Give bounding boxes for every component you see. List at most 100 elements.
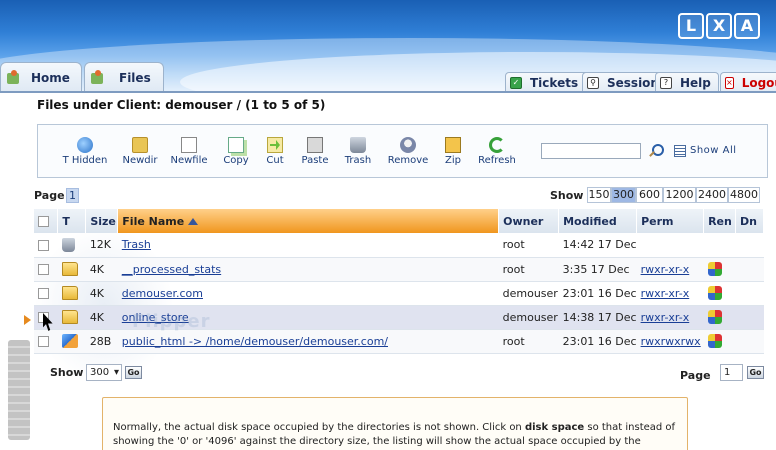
perm-link[interactable]: rwxr-xr-x xyxy=(641,311,690,324)
row-size: 12K xyxy=(85,233,118,258)
newfile-button[interactable]: Newfile xyxy=(162,137,216,166)
refresh-label: Refresh xyxy=(478,155,516,166)
rename-icon[interactable] xyxy=(707,334,722,348)
folder-icon xyxy=(61,262,78,276)
row-size: 4K xyxy=(85,305,118,330)
show-label: Show xyxy=(550,189,584,202)
tab-files[interactable]: Files xyxy=(84,62,164,92)
page-title: Files under Client: demouser / (1 to 5 o… xyxy=(37,98,326,112)
row-modified: 14:42 17 Dec xyxy=(558,233,637,258)
table-row: 28B public_html -> /home/demouser/demous… xyxy=(34,329,764,354)
paste-icon xyxy=(307,137,323,153)
show-all-link[interactable]: Show All xyxy=(690,145,737,156)
show-option-4800[interactable]: 4800 xyxy=(728,187,760,203)
show-option-150[interactable]: 150 xyxy=(587,187,611,203)
trash-button[interactable]: Trash xyxy=(331,137,385,166)
show-option-300[interactable]: 300 xyxy=(611,187,636,203)
row-modified: 23:01 16 Dec xyxy=(558,281,637,306)
col-perm[interactable]: Perm xyxy=(636,209,705,233)
tab-tickets-label: Tickets xyxy=(530,75,579,90)
show-select[interactable]: 300 xyxy=(86,364,122,381)
rename-icon[interactable] xyxy=(707,310,722,324)
home-tab-icon xyxy=(5,69,21,86)
tab-logout-label: Logout xyxy=(741,75,776,90)
select-all-checkbox[interactable] xyxy=(38,216,49,227)
page-go-button[interactable]: Go xyxy=(747,366,764,379)
perm-link[interactable]: rwxr-xr-x xyxy=(641,287,690,300)
folder-icon xyxy=(61,310,78,324)
file-toolbar: T Hidden Newdir Newfile Copy Cut Paste T… xyxy=(37,124,768,178)
show-option-600[interactable]: 600 xyxy=(636,187,663,203)
search-icon[interactable] xyxy=(648,144,664,158)
row-size: 4K xyxy=(85,281,118,306)
col-modified[interactable]: Modified xyxy=(558,209,638,233)
help-icon: ? xyxy=(660,76,672,89)
row-owner: root xyxy=(498,329,559,354)
file-link[interactable]: Trash xyxy=(122,238,151,251)
trash-folder-icon xyxy=(61,237,75,252)
row-checkbox[interactable] xyxy=(38,336,49,347)
row-owner: root xyxy=(498,257,559,282)
newdir-button[interactable]: Newdir xyxy=(113,137,167,166)
server-decoration xyxy=(8,340,30,440)
file-link[interactable]: public_html -> /home/demouser/demouser.c… xyxy=(122,335,388,348)
logo-letter-2: A xyxy=(734,13,760,39)
show-bottom-label: Show xyxy=(50,366,84,379)
toggle-hidden-label: T Hidden xyxy=(62,155,108,166)
col-file-name-label: File Name xyxy=(122,214,185,228)
row-owner: demouser xyxy=(498,305,559,330)
logo-letter-0: L xyxy=(678,13,704,39)
tab-files-label: Files xyxy=(119,70,151,85)
show-go-button[interactable]: Go xyxy=(125,366,142,379)
info-note-text: Normally, the actual disk space occupied… xyxy=(113,421,683,450)
perm-link[interactable]: rwxrwxrwx xyxy=(641,335,701,348)
tab-home-label: Home xyxy=(31,70,70,85)
refresh-button[interactable]: Refresh xyxy=(470,137,524,166)
perm-link[interactable]: rwxr-xr-x xyxy=(641,263,690,276)
col-owner[interactable]: Owner xyxy=(498,209,560,233)
file-link[interactable]: demouser.com xyxy=(122,287,203,300)
rename-icon[interactable] xyxy=(707,286,722,300)
new-file-icon xyxy=(181,137,197,153)
file-link[interactable]: __processed_stats xyxy=(122,263,221,276)
table-row: 4K __processed_stats root 3:35 17 Dec rw… xyxy=(34,257,764,282)
info-note: Normally, the actual disk space occupied… xyxy=(102,397,688,450)
row-modified: 3:35 17 Dec xyxy=(558,257,637,282)
col-type[interactable]: T xyxy=(57,209,87,233)
col-size[interactable]: Size xyxy=(85,209,119,233)
refresh-icon xyxy=(489,137,505,153)
row-checkbox[interactable] xyxy=(38,239,49,251)
logo-letter-1: X xyxy=(706,13,732,39)
copy-icon xyxy=(228,137,244,153)
watermark-text: Flipper xyxy=(132,311,211,332)
trash-label: Trash xyxy=(344,155,372,166)
table-row: 4K demouser.com demouser 23:01 16 Dec rw… xyxy=(34,281,764,306)
show-option-2400[interactable]: 2400 xyxy=(696,187,728,203)
newfile-label: Newfile xyxy=(170,155,208,166)
tab-help-label: Help xyxy=(680,75,711,90)
disk-space-link[interactable]: disk space xyxy=(525,422,584,433)
select-all-cell[interactable] xyxy=(34,209,59,233)
page-input[interactable]: 1 xyxy=(720,364,743,381)
row-size: 28B xyxy=(85,329,118,354)
files-tab-icon xyxy=(89,69,105,86)
search-input[interactable] xyxy=(541,143,641,159)
col-dn: Dn xyxy=(735,209,764,233)
page-label: Page xyxy=(34,189,65,202)
tab-help[interactable]: ? Help xyxy=(655,72,719,92)
show-all-icon[interactable] xyxy=(674,145,686,157)
rename-icon[interactable] xyxy=(707,262,722,276)
tab-logout[interactable]: × Logout xyxy=(720,72,776,92)
show-option-1200[interactable]: 1200 xyxy=(663,187,696,203)
trash-icon xyxy=(350,137,366,153)
col-file-name[interactable]: File Name xyxy=(117,209,500,233)
note-text-before: Normally, the actual disk space occupied… xyxy=(113,422,525,433)
new-directory-icon xyxy=(132,137,148,153)
row-checkbox[interactable] xyxy=(38,288,49,299)
symlink-icon xyxy=(61,334,78,348)
tab-home[interactable]: Home xyxy=(0,62,82,92)
tab-tickets[interactable]: ✓ Tickets xyxy=(505,72,589,92)
row-checkbox[interactable] xyxy=(38,264,49,275)
page-number-current[interactable]: 1 xyxy=(66,188,79,203)
toggle-hidden-button[interactable]: T Hidden xyxy=(58,137,112,166)
